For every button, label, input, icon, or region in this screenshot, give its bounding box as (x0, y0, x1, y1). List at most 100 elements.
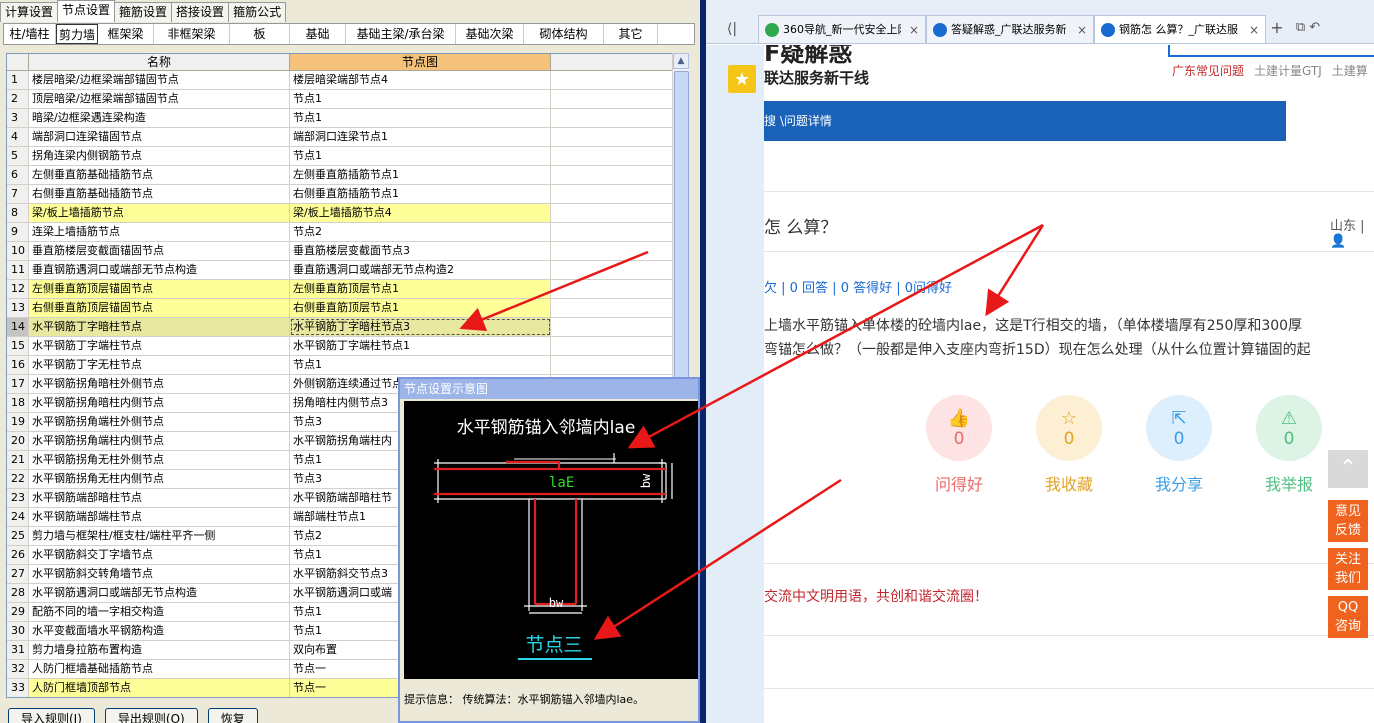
setting-name: 水平钢筋丁字无柱节点 (29, 356, 290, 374)
action-thumb-up[interactable]: 👍 0 问得好 (924, 395, 994, 495)
node-value-cell[interactable]: 端部洞口连梁节点1 (290, 128, 551, 146)
node-value-cell[interactable]: 左侧垂直筋插筋节点1 (290, 166, 551, 184)
row-number: 9 (7, 223, 29, 241)
node-value-cell[interactable]: 节点1 (290, 147, 551, 165)
back-to-top-icon[interactable]: ⌃ (1328, 450, 1368, 488)
float-button-0[interactable]: 意见反馈 (1328, 500, 1368, 542)
node-value-cell[interactable]: 梁/板上墙插筋节点4 (290, 204, 551, 222)
node-name-label: 节点三 (525, 634, 582, 656)
question-body-line-2: 弯锚怎么做？（一般都是伸入支座内弯折15D）现在怎么处理（从什么位置计算锚固的起 (764, 342, 1311, 358)
header-link-tujian[interactable]: 土建算 (1332, 62, 1368, 79)
table-row[interactable]: 1 楼层暗梁/边框梁端部锚固节点 楼层暗梁端部节点4 (7, 71, 677, 90)
node-settings-window: 计算设置 节点设置 箍筋设置 搭接设置 箍筋公式 柱/墙柱 剪力墙 框架梁 非框架梁板基础 基础… (0, 0, 700, 723)
action-circle[interactable]: ☆ 0 (1036, 395, 1102, 461)
tab-close-icon[interactable]: × (909, 17, 919, 43)
node-value-cell[interactable]: 节点1 (290, 90, 551, 108)
tab-close-icon[interactable]: × (1249, 17, 1259, 43)
node-value-cell[interactable]: 垂直筋遇洞口或端部无节点构造2 (290, 261, 551, 279)
browser-tab-2[interactable]: 钢筋怎 么算？_广联达服 × (1094, 15, 1266, 43)
import-rules-button[interactable]: 导入规则(I) (8, 708, 95, 723)
table-row[interactable]: 9 连梁上墙插筋节点 节点2 (7, 223, 677, 242)
scroll-up-icon[interactable]: ▲ (673, 53, 689, 69)
action-star[interactable]: ☆ 0 我收藏 (1034, 395, 1104, 495)
node-value-cell[interactable]: 垂直筋楼层变截面节点3 (290, 242, 551, 260)
node-column-header[interactable]: 节点图 (290, 54, 551, 70)
table-row[interactable]: 13 右侧垂直筋顶层锚固节点 右侧垂直筋顶层节点1 (7, 299, 677, 318)
table-row[interactable]: 12 左侧垂直筋顶层锚固节点 左侧垂直筋顶层节点1 (7, 280, 677, 299)
header-link-guangdong[interactable]: 广东常见问题 (1172, 62, 1244, 79)
table-row[interactable]: 2 顶层暗梁/边框梁端部锚固节点 节点1 (7, 90, 677, 109)
action-circle[interactable]: 👍 0 (926, 395, 992, 461)
action-circle[interactable]: ⇱ 0 (1146, 395, 1212, 461)
row-number: 33 (7, 679, 29, 697)
node-value-cell[interactable]: 左侧垂直筋顶层节点1 (290, 280, 551, 298)
browser-tab-0[interactable]: 360导航_新一代安全上网 × (758, 15, 926, 43)
table-row[interactable]: 10 垂直筋楼层变截面锚固节点 垂直筋楼层变截面节点3 (7, 242, 677, 261)
component-tab-3[interactable]: 非框架梁 (154, 24, 230, 44)
node-value-cell[interactable]: 水平钢筋丁字暗柱节点3 (290, 318, 551, 336)
table-row[interactable]: 7 右侧垂直筋基础插筋节点 右侧垂直筋插筋节点1 (7, 185, 677, 204)
setting-name: 水平钢筋拐角无柱外侧节点 (29, 451, 290, 469)
action-share[interactable]: ⇱ 0 我分享 (1144, 395, 1214, 495)
name-column-header[interactable]: 名称 (29, 54, 290, 70)
node-value-cell[interactable]: 节点1 (290, 356, 551, 374)
table-row[interactable]: 14 水平钢筋丁字暗柱节点 水平钢筋丁字暗柱节点3 (7, 318, 677, 337)
top-tab-0[interactable]: 计算设置 (0, 2, 59, 22)
browser-tab-1[interactable]: 答疑解惑_广联达服务新 × (926, 15, 1094, 43)
breadcrumb[interactable]: 搜 \问题详情 (764, 114, 832, 128)
row-number: 16 (7, 356, 29, 374)
float-button-2[interactable]: QQ咨询 (1328, 596, 1368, 638)
site-favicon-icon (765, 22, 779, 37)
restore-button[interactable]: 恢复 (207, 708, 258, 723)
question-body-line-1: 上墙水平筋锚入单体楼的砼墙内lae，这是T行相交的墙，（单体楼墙厚有250厚和3… (764, 318, 1303, 334)
component-tab-8[interactable]: 砌体结构 (524, 24, 604, 44)
export-rules-button[interactable]: 导出规则(O) (104, 708, 198, 723)
table-row[interactable]: 11 垂直钢筋遇洞口或端部无节点构造 垂直筋遇洞口或端部无节点构造2 (7, 261, 677, 280)
component-tab-1[interactable]: 剪力墙 (56, 24, 98, 44)
bw-right-label: bw (639, 473, 653, 488)
tab-close-icon[interactable]: × (1077, 17, 1087, 43)
component-tab-7[interactable]: 基础次梁 (456, 24, 524, 44)
warning-icon: ⚠ (1280, 407, 1298, 429)
table-row[interactable]: 15 水平钢筋丁字端柱节点 水平钢筋丁字端柱节点1 (7, 337, 677, 356)
table-row[interactable]: 6 左侧垂直筋基础插筋节点 左侧垂直筋插筋节点1 (7, 166, 677, 185)
table-row[interactable]: 3 暗梁/边框梁遇连梁构造 节点1 (7, 109, 677, 128)
node-value-cell[interactable]: 右侧垂直筋插筋节点1 (290, 185, 551, 203)
site-favicon-icon (933, 22, 947, 37)
new-tab-button[interactable]: + (1266, 14, 1288, 43)
tab-scroll-left-icon[interactable]: ⟨| (706, 14, 758, 43)
float-button-1[interactable]: 关注我们 (1328, 548, 1368, 590)
component-tab-2[interactable]: 框架梁 (98, 24, 154, 44)
table-row[interactable]: 8 梁/板上墙插筋节点 梁/板上墙插筋节点4 (7, 204, 677, 223)
restore-tabs-icon[interactable]: ⧉ ↶ (1288, 14, 1328, 43)
setting-name: 水平钢筋拐角端柱内侧节点 (29, 432, 290, 450)
table-row[interactable]: 16 水平钢筋丁字无柱节点 节点1 (7, 356, 677, 375)
divider-footer (764, 688, 1374, 689)
action-circle[interactable]: ⚠ 0 (1256, 395, 1322, 461)
node-value-cell[interactable]: 水平钢筋丁字端柱节点1 (290, 337, 551, 355)
action-warning[interactable]: ⚠ 0 我举报 (1254, 395, 1324, 495)
row-number: 5 (7, 147, 29, 165)
node-value-cell[interactable]: 右侧垂直筋顶层节点1 (290, 299, 551, 317)
table-row[interactable]: 5 拐角连梁内侧钢筋节点 节点1 (7, 147, 677, 166)
component-tab-4[interactable]: 板 (230, 24, 290, 44)
component-tab-5[interactable]: 基础 (290, 24, 346, 44)
node-value-cell[interactable]: 节点2 (290, 223, 551, 241)
divider-notice (764, 563, 1374, 564)
header-link-gtj[interactable]: 土建计量GTJ (1254, 62, 1322, 79)
top-tab-4[interactable]: 箍筋公式 (228, 2, 287, 22)
component-tab-0[interactable]: 柱/墙柱 (4, 24, 56, 44)
favorite-star-icon[interactable]: ★ (728, 65, 756, 93)
top-tab-1[interactable]: 节点设置 (57, 0, 116, 22)
setting-name: 水平钢筋端部端柱节点 (29, 508, 290, 526)
top-tab-3[interactable]: 搭接设置 (171, 2, 230, 22)
top-tab-2[interactable]: 箍筋设置 (114, 2, 173, 22)
empty-cell (551, 337, 671, 355)
empty-cell (551, 318, 671, 336)
component-tab-9[interactable]: 其它 (604, 24, 658, 44)
component-tab-6[interactable]: 基础主梁/承台梁 (346, 24, 456, 44)
node-value-cell[interactable]: 节点1 (290, 109, 551, 127)
node-value-cell[interactable]: 楼层暗梁端部节点4 (290, 71, 551, 89)
question-stats: 欠 | 0 回答 | 0 答得好 | 0问得好 (764, 281, 953, 296)
table-row[interactable]: 4 端部洞口连梁锚固节点 端部洞口连梁节点1 (7, 128, 677, 147)
